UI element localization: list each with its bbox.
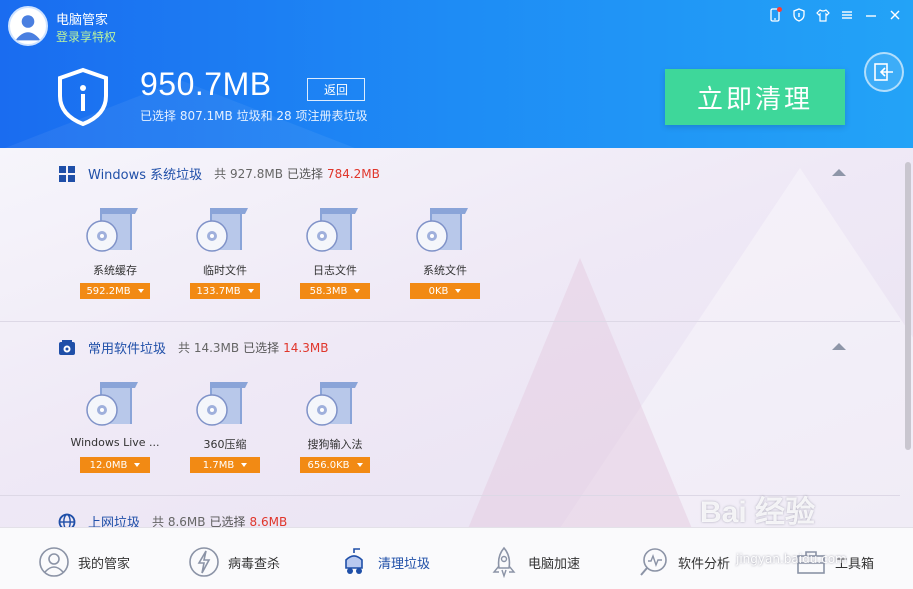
size-value: 133.7MB: [196, 285, 241, 297]
toolbox-icon: [797, 551, 825, 574]
avatar[interactable]: [8, 6, 48, 46]
section-selected-label: 已选择: [209, 515, 246, 527]
dropdown-arrow-icon: [247, 289, 254, 293]
junk-item-label: Windows Live ...: [70, 436, 160, 449]
junk-item-label: 360压缩: [203, 438, 247, 451]
dropdown-arrow-icon: [137, 289, 144, 293]
nav-label: 软件分析: [678, 556, 731, 572]
header: 电脑管家 登录享特权 950.7MB 返回 已选择 807.1MB 垃圾和 28…: [0, 0, 913, 148]
disc-folder-icon: [306, 208, 358, 252]
minimize-icon[interactable]: [861, 6, 881, 24]
bottom-nav: 我的管家 病毒查杀 清理垃圾 电脑加速 软件分析 工具箱: [0, 527, 913, 589]
nav-label: 我的管家: [78, 556, 131, 572]
size-dropdown[interactable]: 58.3MB: [300, 283, 370, 299]
section-divider: [0, 495, 900, 496]
selection-summary: 已选择 807.1MB 垃圾和 28 项注册表垃圾: [140, 109, 368, 123]
side-panel-button[interactable]: [864, 52, 904, 92]
dropdown-arrow-icon: [241, 463, 248, 467]
phone-icon[interactable]: [765, 6, 785, 24]
background-mountain: [460, 258, 700, 527]
dropdown-arrow-icon: [134, 463, 141, 467]
section-total: 共 8.6MB: [152, 515, 206, 527]
size-dropdown[interactable]: 12.0MB: [80, 457, 150, 473]
shield-small-icon[interactable]: [789, 6, 809, 24]
shield-icon: [58, 67, 108, 127]
disc-folder-icon: [86, 208, 138, 252]
size-value: 592.2MB: [86, 285, 131, 297]
nav-label: 病毒查杀: [228, 556, 281, 572]
section-total: 共 927.8MB: [214, 167, 283, 181]
section-title: 上网垃圾: [88, 516, 141, 527]
back-button[interactable]: 返回: [307, 78, 365, 101]
junk-item-label: 临时文件: [203, 264, 247, 277]
nav-item-software-analysis[interactable]: 软件分析: [638, 546, 730, 578]
disc-folder-icon: [196, 382, 248, 426]
virus-scan-icon: [189, 547, 219, 577]
rocket-icon: [492, 546, 516, 578]
disc-folder-icon: [86, 382, 138, 426]
nav-item-my-butler[interactable]: 我的管家: [38, 546, 130, 578]
app-title: 电脑管家: [56, 13, 109, 28]
size-value: 1.7MB: [202, 459, 235, 471]
butler-icon: [39, 547, 69, 577]
disc-folder-icon: [416, 208, 468, 252]
section-header: 常用软件垃圾 共 14.3MB 已选择 14.3MB: [57, 338, 328, 357]
nav-item-cleanup[interactable]: 清理垃圾: [338, 546, 430, 578]
section-title: 常用软件垃圾: [88, 342, 167, 357]
dropdown-arrow-icon: [356, 463, 363, 467]
nav-item-speedup[interactable]: 电脑加速: [488, 546, 580, 578]
analysis-icon: [640, 548, 667, 576]
window-controls: [765, 6, 905, 24]
nav-item-toolbox[interactable]: 工具箱: [795, 546, 874, 578]
collapse-arrow-icon[interactable]: [832, 343, 846, 350]
dropdown-arrow-icon: [354, 289, 361, 293]
nav-label: 工具箱: [835, 556, 875, 572]
exit-icon: [874, 63, 893, 81]
software-icon: [57, 339, 76, 357]
section-divider: [0, 321, 900, 322]
scrollbar[interactable]: [905, 162, 911, 450]
section-header: Windows 系统垃圾 共 927.8MB 已选择 784.2MB: [57, 164, 380, 183]
size-value: 656.0KB: [307, 459, 350, 471]
section-header: 上网垃圾 共 8.6MB 已选择 8.6MB: [57, 512, 287, 527]
skin-icon[interactable]: [813, 6, 833, 24]
nav-item-virus-scan[interactable]: 病毒查杀: [188, 546, 280, 578]
section-total: 共 14.3MB: [178, 341, 240, 355]
collapse-arrow-icon[interactable]: [832, 169, 846, 176]
size-dropdown[interactable]: 592.2MB: [80, 283, 150, 299]
size-value: 58.3MB: [309, 285, 348, 297]
section-title: Windows 系统垃圾: [88, 168, 203, 183]
size-value: 0KB: [428, 285, 449, 297]
globe-icon: [57, 513, 76, 527]
junk-item-label: 系统缓存: [93, 264, 137, 277]
junk-item-label: 日志文件: [313, 264, 357, 277]
disc-folder-icon: [196, 208, 248, 252]
clean-now-button[interactable]: 立即清理: [665, 69, 845, 125]
disc-folder-icon: [306, 382, 358, 426]
size-value: 12.0MB: [89, 459, 128, 471]
section-selected-label: 已选择: [286, 167, 323, 181]
cleanup-icon: [345, 548, 363, 574]
size-dropdown[interactable]: 0KB: [410, 283, 480, 299]
junk-item-label: 系统文件: [423, 264, 467, 277]
login-link[interactable]: 登录享特权: [56, 28, 116, 45]
nav-label: 清理垃圾: [378, 556, 431, 572]
section-selected-value: 784.2MB: [326, 166, 380, 181]
section-selected-value: 14.3MB: [283, 340, 329, 355]
junk-size-value: 950.7MB: [140, 66, 272, 102]
size-dropdown[interactable]: 656.0KB: [300, 457, 370, 473]
dropdown-arrow-icon: [455, 289, 462, 293]
menu-icon[interactable]: [837, 6, 857, 24]
section-selected-label: 已选择: [243, 341, 280, 355]
junk-item-label: 搜狗输入法: [307, 438, 363, 451]
nav-label: 电脑加速: [528, 556, 581, 572]
user-icon: [15, 15, 41, 41]
windows-icon: [57, 165, 76, 183]
size-dropdown[interactable]: 1.7MB: [190, 457, 260, 473]
notification-dot: [777, 7, 782, 12]
junk-list-panel: Windows 系统垃圾 共 927.8MB 已选择 784.2MB 系统缓存 …: [0, 148, 913, 527]
close-icon[interactable]: [885, 6, 905, 24]
size-dropdown[interactable]: 133.7MB: [190, 283, 260, 299]
section-selected-value: 8.6MB: [249, 514, 288, 528]
